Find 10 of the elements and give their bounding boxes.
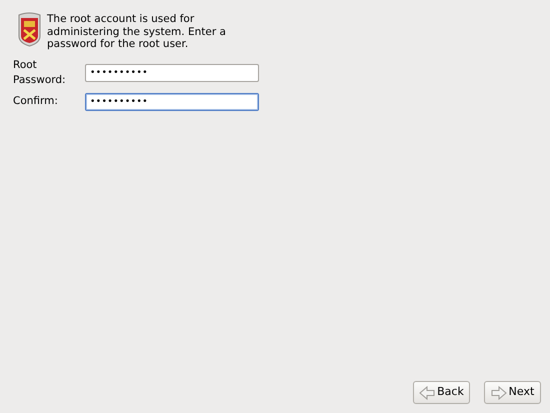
back-button[interactable]: Back — [413, 381, 470, 404]
intro-text: The root account is used for administering the system. Enter a password for the root user. — [47, 12, 227, 50]
back-arrow-icon — [419, 386, 436, 400]
shield-icon — [17, 12, 42, 47]
field-label: Confirm: — [13, 94, 59, 110]
password-field[interactable]: •••••••••• — [85, 93, 259, 111]
next-arrow-icon — [490, 386, 507, 400]
field-label: Root Password: — [13, 58, 67, 88]
next-button[interactable]: Next — [484, 381, 541, 404]
password-field[interactable]: •••••••••• — [85, 64, 259, 82]
